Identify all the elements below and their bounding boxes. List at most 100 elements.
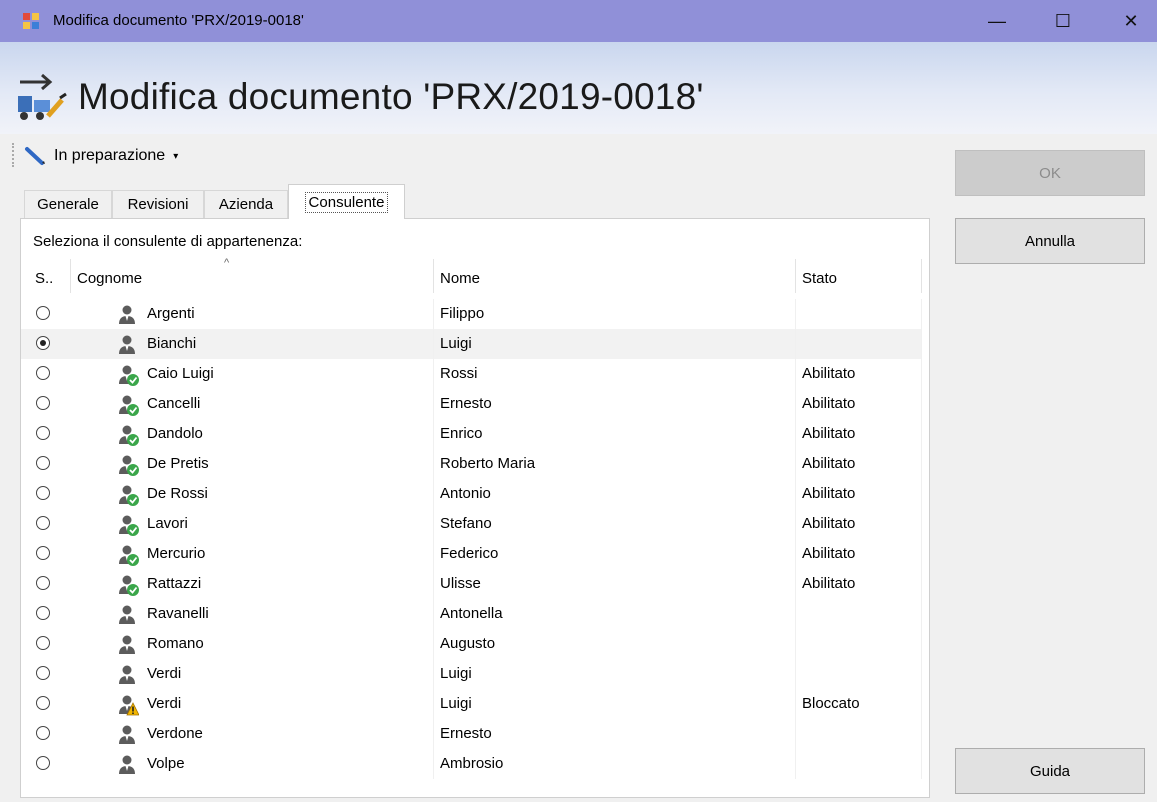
nome-cell: Federico — [434, 539, 796, 569]
nome-cell: Ulisse — [434, 569, 796, 599]
maximize-button[interactable]: ☐ — [1040, 0, 1086, 42]
title-bar[interactable]: Modifica documento 'PRX/2019-0018' — ☐ ✕ — [0, 0, 1157, 42]
cognome-cell: Volpe — [71, 749, 434, 779]
stato-cell — [796, 329, 922, 359]
select-radio[interactable] — [36, 546, 50, 560]
select-radio[interactable] — [36, 696, 50, 710]
status-label: In preparazione — [54, 147, 166, 164]
annulla-button[interactable]: Annulla — [955, 218, 1145, 264]
cognome-cell: Ravanelli — [71, 599, 434, 629]
select-radio[interactable] — [36, 426, 50, 440]
person-icon — [119, 605, 135, 624]
select-radio[interactable] — [36, 486, 50, 500]
app-icon — [23, 13, 39, 29]
page-title: Modifica documento 'PRX/2019-0018' — [78, 76, 704, 117]
stato-cell: Bloccato — [796, 689, 922, 719]
table-row[interactable]: De Rossi Antonio Abilitato — [21, 479, 922, 509]
cognome-text: Romano — [147, 635, 204, 652]
tab-label: Consulente — [304, 191, 389, 213]
table-row[interactable]: Cancelli Ernesto Abilitato — [21, 389, 922, 419]
nome-cell: Ambrosio — [434, 749, 796, 779]
nome-cell: Enrico — [434, 419, 796, 449]
column-header-cognome[interactable]: Cognome — [71, 259, 434, 293]
select-radio[interactable] — [36, 756, 50, 770]
select-radio[interactable] — [36, 606, 50, 620]
select-radio[interactable] — [36, 396, 50, 410]
cognome-text: Caio Luigi — [147, 365, 214, 382]
cognome-text: Mercurio — [147, 545, 206, 562]
select-radio[interactable] — [36, 636, 50, 650]
window-title: Modifica documento 'PRX/2019-0018' — [53, 12, 304, 29]
nome-cell: Filippo — [434, 299, 796, 329]
select-radio[interactable] — [36, 726, 50, 740]
cognome-text: Argenti — [147, 305, 195, 322]
consulente-panel: Seleziona il consulente di appartenenza:… — [20, 218, 930, 798]
tab-revisioni[interactable]: Revisioni — [112, 190, 204, 218]
instruction-label: Seleziona il consulente di appartenenza: — [33, 233, 303, 250]
cognome-cell: Romano — [71, 629, 434, 659]
person-check-icon — [119, 455, 139, 476]
consultant-list: Argenti Filippo Bianchi Luigi Caio Luigi Ross… — [21, 299, 922, 779]
cognome-text: De Pretis — [147, 455, 209, 472]
table-row[interactable]: Dandolo Enrico Abilitato — [21, 419, 922, 449]
select-radio[interactable] — [36, 576, 50, 590]
column-header-s[interactable]: S.. — [29, 259, 71, 293]
table-row[interactable]: Lavori Stefano Abilitato — [21, 509, 922, 539]
table-row[interactable]: Rattazzi Ulisse Abilitato — [21, 569, 922, 599]
toolstrip-grip — [12, 143, 17, 167]
tab-label: Azienda — [218, 196, 274, 213]
stato-cell: Abilitato — [796, 419, 922, 449]
cognome-text: Verdi — [147, 695, 182, 712]
close-button[interactable]: ✕ — [1108, 0, 1154, 42]
select-radio[interactable] — [36, 456, 50, 470]
table-row[interactable]: Ravanelli Antonella — [21, 599, 922, 629]
column-header-stato[interactable]: Stato — [796, 259, 922, 293]
select-radio[interactable] — [36, 516, 50, 530]
table-row[interactable]: Verdone Ernesto — [21, 719, 922, 749]
cognome-text: Dandolo — [147, 425, 203, 442]
table-row[interactable]: Mercurio Federico Abilitato — [21, 539, 922, 569]
table-row[interactable]: Caio Luigi Rossi Abilitato — [21, 359, 922, 389]
status-dropdown[interactable]: In preparazione ▾ — [24, 143, 178, 169]
tab-label: Generale — [37, 196, 99, 213]
cognome-cell: Bianchi — [71, 329, 434, 359]
table-row[interactable]: Argenti Filippo — [21, 299, 922, 329]
minimize-button[interactable]: — — [974, 0, 1020, 42]
cognome-cell: Lavori — [71, 509, 434, 539]
table-row[interactable]: Bianchi Luigi — [21, 329, 922, 359]
pencil-icon — [25, 147, 45, 165]
cognome-cell: Verdone — [71, 719, 434, 749]
table-row[interactable]: Volpe Ambrosio — [21, 749, 922, 779]
person-icon — [119, 635, 135, 654]
person-check-icon — [119, 545, 139, 566]
minimize-icon: — — [988, 10, 1006, 31]
guida-button[interactable]: Guida — [955, 748, 1145, 794]
cognome-text: Rattazzi — [147, 575, 202, 592]
table-row[interactable]: Romano Augusto — [21, 629, 922, 659]
table-row[interactable]: De Pretis Roberto Maria Abilitato — [21, 449, 922, 479]
cognome-cell: Argenti — [71, 299, 434, 329]
cognome-cell: De Pretis — [71, 449, 434, 479]
select-radio[interactable] — [36, 366, 50, 380]
cognome-cell: Caio Luigi — [71, 359, 434, 389]
tab-generale[interactable]: Generale — [24, 190, 112, 218]
tab-label: Revisioni — [127, 196, 189, 213]
document-move-icon — [18, 73, 67, 120]
cognome-text: De Rossi — [147, 485, 208, 502]
cognome-text: Verdi — [147, 665, 182, 682]
tab-azienda[interactable]: Azienda — [204, 190, 288, 218]
nome-cell: Ernesto — [434, 719, 796, 749]
nome-cell: Antonio — [434, 479, 796, 509]
select-radio[interactable] — [36, 336, 50, 350]
select-radio[interactable] — [36, 306, 50, 320]
chevron-down-icon: ▾ — [173, 150, 179, 162]
table-row[interactable]: Verdi Luigi — [21, 659, 922, 689]
ok-button[interactable]: OK — [955, 150, 1145, 196]
column-header-nome[interactable]: Nome — [434, 259, 796, 293]
stato-cell: Abilitato — [796, 539, 922, 569]
nome-cell: Stefano — [434, 509, 796, 539]
list-header: S.. Cognome Nome Stato — [21, 259, 922, 293]
select-radio[interactable] — [36, 666, 50, 680]
tab-consulente[interactable]: Consulente — [288, 184, 405, 219]
table-row[interactable]: Verdi Luigi Bloccato — [21, 689, 922, 719]
